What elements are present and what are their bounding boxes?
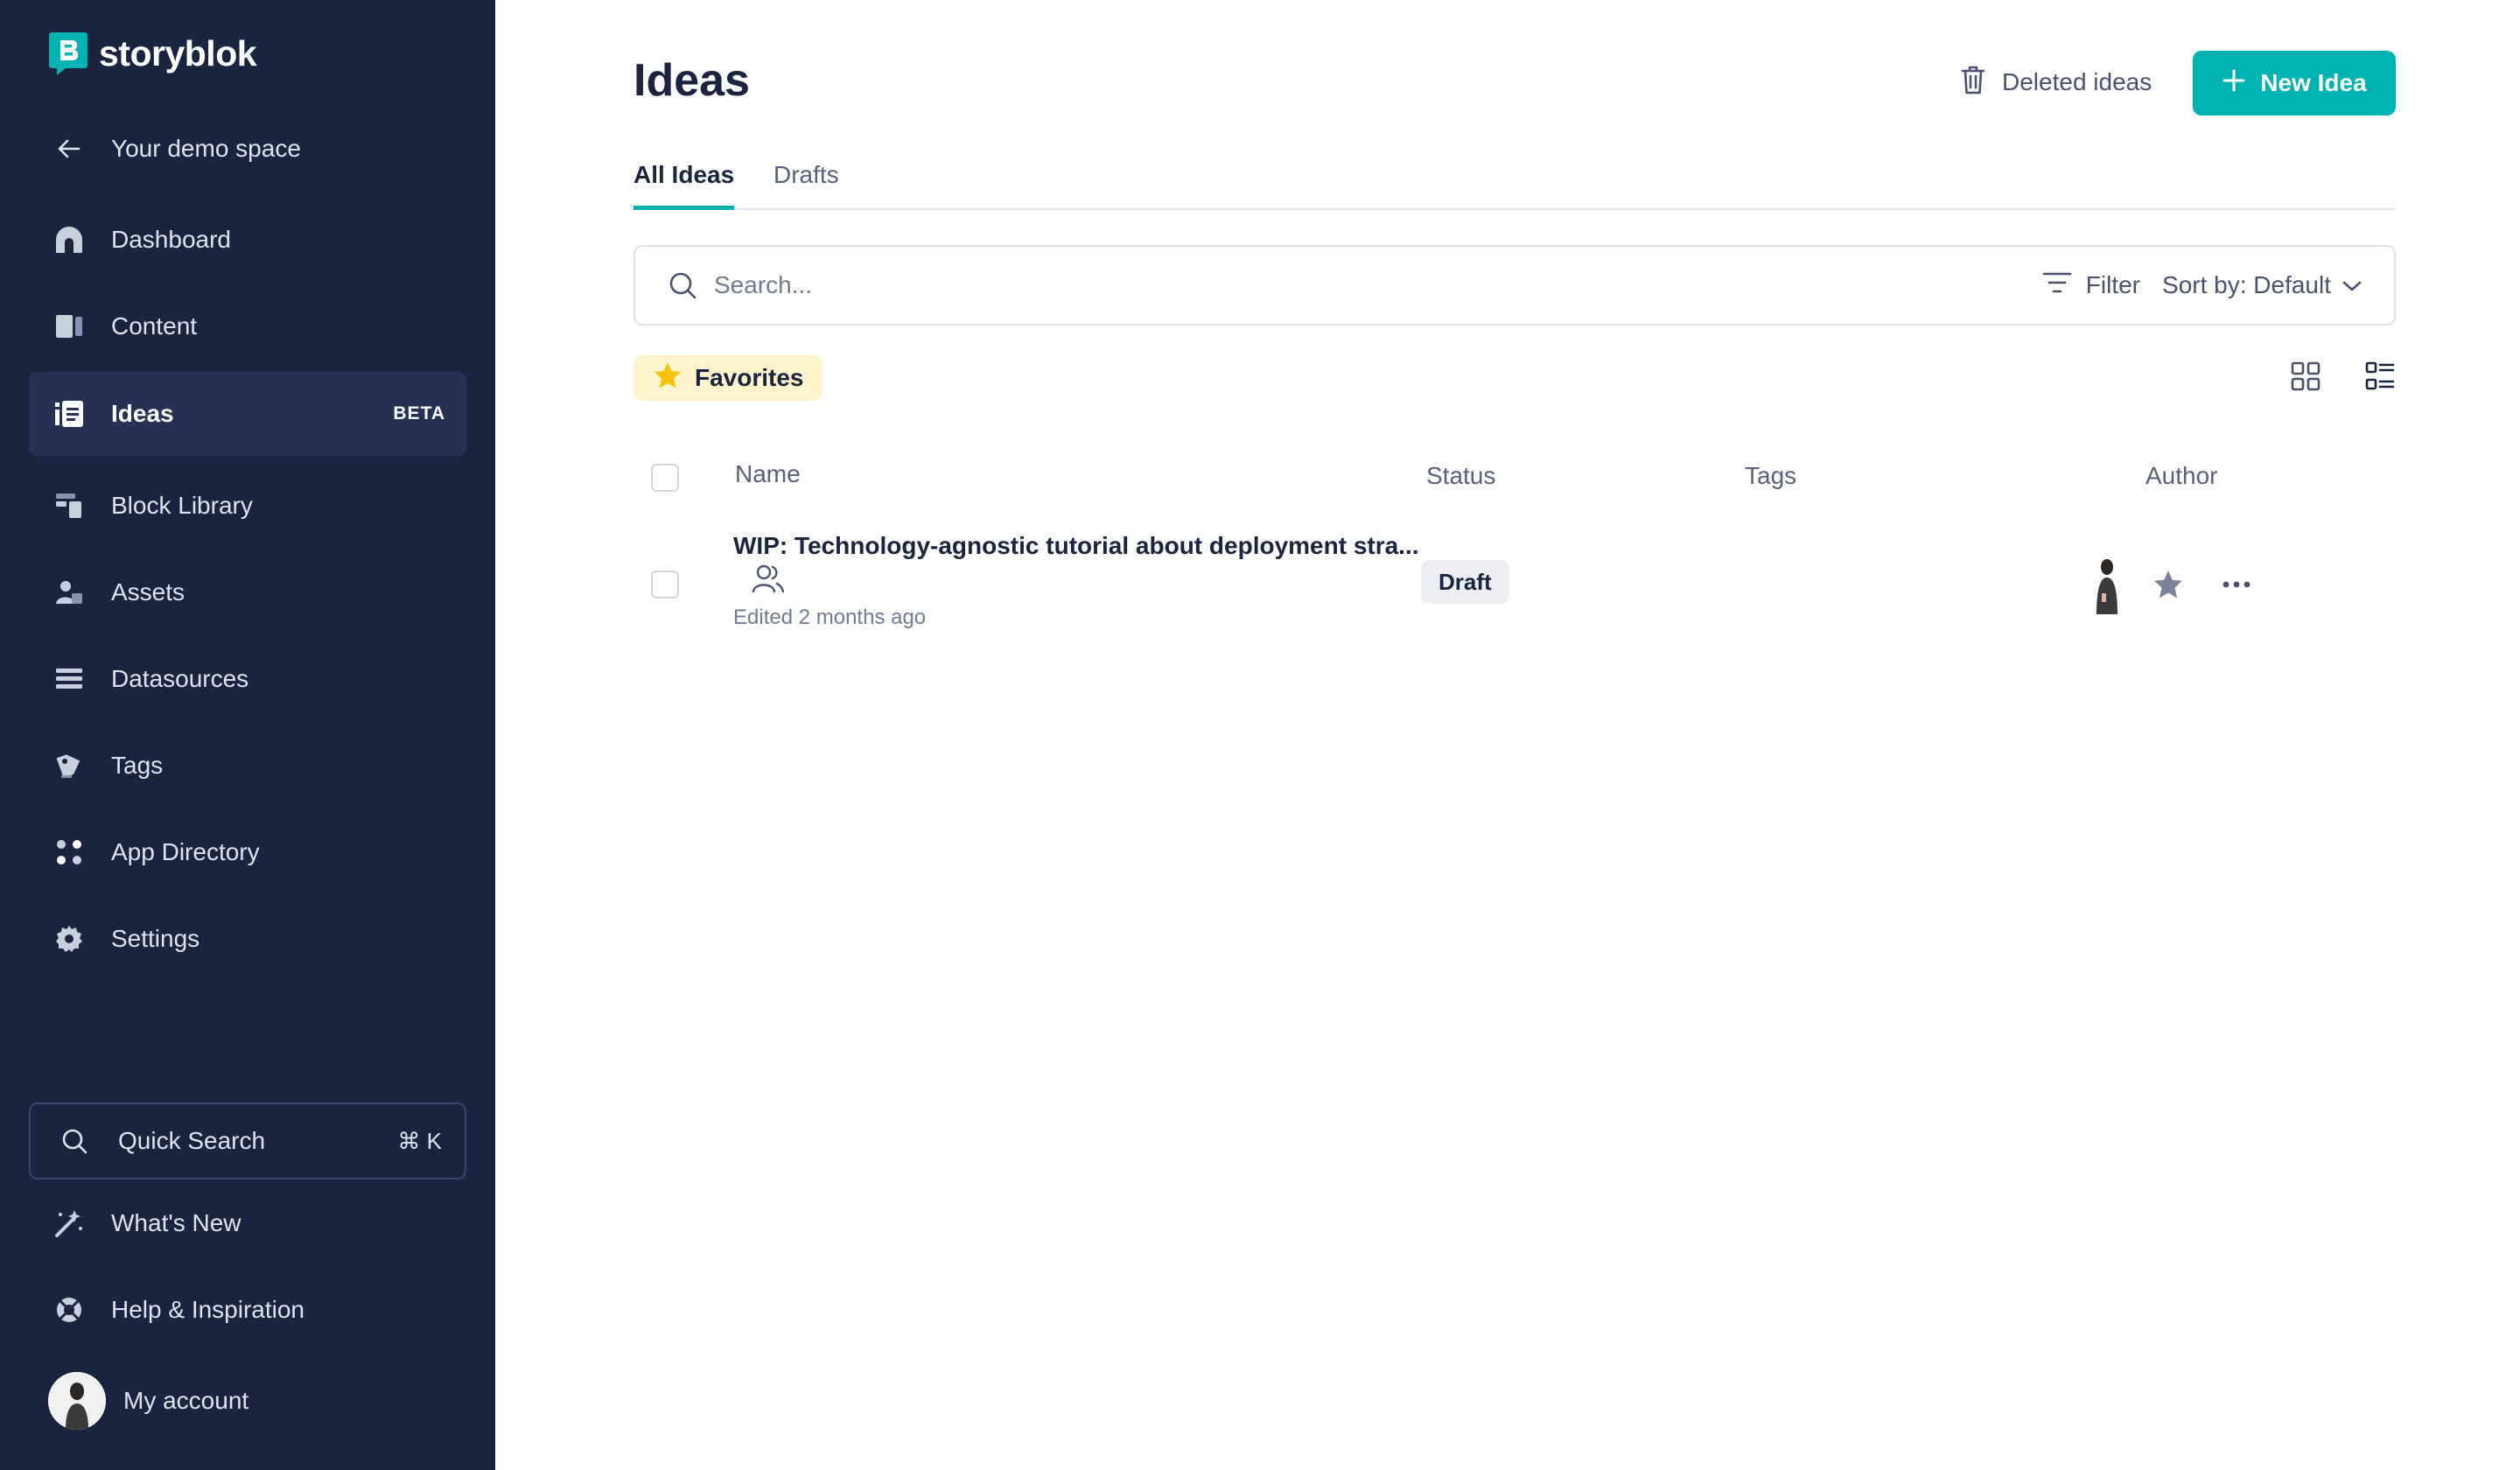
edited-time: Edited 2 months ago xyxy=(733,606,927,629)
sidebar-item-ideas[interactable]: Ideas BETA xyxy=(29,372,466,456)
my-account-label: My account xyxy=(123,1387,249,1414)
sidebar-item-label: Datasources xyxy=(111,665,249,692)
list-view-icon xyxy=(2365,361,2395,396)
column-status[interactable]: Status xyxy=(1426,462,1495,490)
sidebar: storyblok Your demo space Dashboard Cont… xyxy=(0,0,495,1470)
grid-view-icon xyxy=(2291,361,2320,396)
sidebar-item-label: Help & Inspiration xyxy=(111,1296,305,1323)
beta-badge: BETA xyxy=(393,403,445,424)
sidebar-item-datasources[interactable]: Datasources xyxy=(29,637,466,721)
back-label: Your demo space xyxy=(111,135,301,162)
quick-search-shortcut: ⌘ K xyxy=(397,1127,442,1154)
author-avatar xyxy=(2081,556,2132,614)
storyblok-logo-icon xyxy=(48,31,88,76)
trash-icon xyxy=(1960,64,1986,102)
main-content: Ideas Deleted ideas New Idea All Ideas D… xyxy=(495,0,2520,1470)
tab-drafts[interactable]: Drafts xyxy=(774,161,839,210)
sidebar-item-settings[interactable]: Settings xyxy=(29,897,466,981)
filter-label: Filter xyxy=(2085,271,2140,298)
star-icon xyxy=(653,361,682,396)
sidebar-item-help[interactable]: Help & Inspiration xyxy=(29,1268,466,1352)
sidebar-item-content[interactable]: Content xyxy=(29,284,466,368)
datasources-icon xyxy=(50,660,88,698)
favorite-star-icon[interactable] xyxy=(2149,565,2188,604)
dashboard-icon xyxy=(50,220,88,259)
my-account[interactable]: My account xyxy=(48,1372,248,1430)
search-icon xyxy=(665,268,700,303)
status-badge: Draft xyxy=(1421,560,1509,604)
magic-wand-icon xyxy=(50,1204,88,1242)
sidebar-item-app-directory[interactable]: App Directory xyxy=(29,810,466,894)
more-options-icon[interactable] xyxy=(2217,565,2256,604)
plus-icon xyxy=(2222,68,2246,99)
sidebar-item-assets[interactable]: Assets xyxy=(29,550,466,634)
gear-icon xyxy=(50,920,88,958)
sort-label: Sort by: Default xyxy=(2162,271,2331,298)
back-to-space[interactable]: Your demo space xyxy=(29,107,466,191)
tabs: All Ideas Drafts xyxy=(634,158,2396,210)
lifebuoy-icon xyxy=(50,1291,88,1329)
new-idea-label: New Idea xyxy=(2260,69,2367,96)
sidebar-item-label: What's New xyxy=(111,1209,242,1236)
filter-button[interactable]: Filter xyxy=(2042,271,2140,300)
column-author: Author xyxy=(2146,462,2218,489)
sidebar-item-whats-new[interactable]: What's New xyxy=(29,1181,466,1265)
avatar xyxy=(48,1372,106,1430)
select-all-checkbox[interactable] xyxy=(651,464,679,492)
collaborators-icon xyxy=(751,562,786,597)
table-row[interactable]: WIP: Technology-agnostic tutorial about … xyxy=(634,525,2396,648)
favorites-label: Favorites xyxy=(695,364,804,391)
idea-title[interactable]: WIP: Technology-agnostic tutorial about … xyxy=(733,532,1419,560)
deleted-ideas-button[interactable]: Deleted ideas xyxy=(1960,63,2152,102)
sort-dropdown[interactable]: Sort by: Default xyxy=(2162,271,2362,299)
deleted-ideas-label: Deleted ideas xyxy=(2002,68,2152,95)
search-input[interactable] xyxy=(714,271,1939,299)
sidebar-item-label: Ideas xyxy=(111,400,174,427)
column-name[interactable]: Name xyxy=(735,460,801,488)
content-icon xyxy=(50,307,88,346)
row-checkbox[interactable] xyxy=(651,570,679,598)
page-title: Ideas xyxy=(634,55,750,106)
grid-view-toggle[interactable] xyxy=(2286,359,2325,397)
sidebar-item-tags[interactable]: Tags xyxy=(29,724,466,808)
assets-icon xyxy=(50,573,88,612)
filter-icon xyxy=(2042,271,2072,300)
sidebar-item-label: Content xyxy=(111,312,198,340)
sidebar-item-block-library[interactable]: Block Library xyxy=(29,464,466,548)
sidebar-item-dashboard[interactable]: Dashboard xyxy=(29,198,466,282)
favorites-filter[interactable]: Favorites xyxy=(634,355,822,401)
sidebar-item-label: Block Library xyxy=(111,492,253,519)
search-bar: Filter Sort by: Default xyxy=(634,245,2396,326)
column-tags: Tags xyxy=(1745,462,1797,489)
tags-icon xyxy=(50,746,88,785)
brand-name: storyblok xyxy=(99,32,257,74)
sidebar-item-label: Dashboard xyxy=(111,226,231,253)
chevron-down-icon xyxy=(2342,271,2362,299)
search-icon xyxy=(55,1122,94,1160)
sidebar-item-label: Tags xyxy=(111,752,164,779)
sidebar-item-label: Assets xyxy=(111,578,186,606)
app-directory-icon xyxy=(50,833,88,872)
tab-all-ideas[interactable]: All Ideas xyxy=(634,161,735,210)
table-header: Name Status Tags Author xyxy=(634,455,2396,499)
new-idea-button[interactable]: New Idea xyxy=(2193,51,2396,116)
list-view-toggle[interactable] xyxy=(2361,359,2399,397)
sidebar-item-label: App Directory xyxy=(111,838,260,865)
storyblok-logo[interactable]: storyblok xyxy=(48,31,257,76)
ideas-icon xyxy=(50,395,88,433)
sidebar-item-label: Settings xyxy=(111,925,200,952)
arrow-left-icon xyxy=(50,130,88,168)
quick-search-button[interactable]: Quick Search ⌘ K xyxy=(29,1102,466,1180)
block-library-icon xyxy=(50,486,88,525)
quick-search-label: Quick Search xyxy=(118,1127,266,1154)
